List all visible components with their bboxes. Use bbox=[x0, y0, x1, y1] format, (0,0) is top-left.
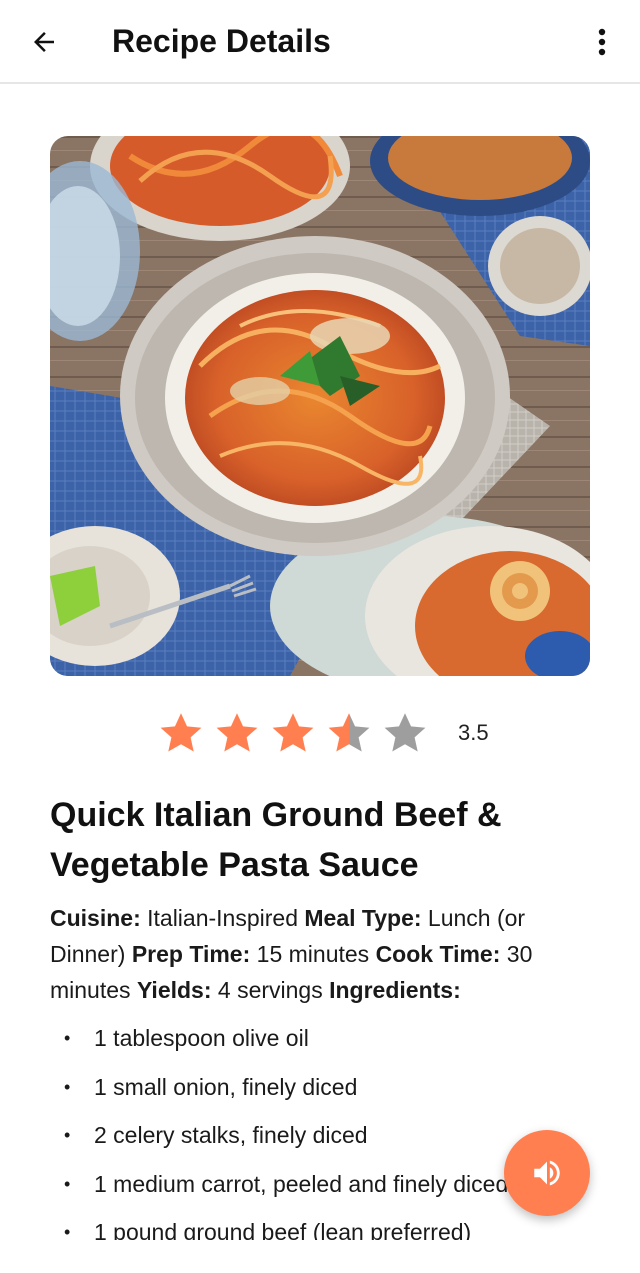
cuisine-value: Italian-Inspired bbox=[147, 905, 298, 931]
arrow-left-icon bbox=[34, 32, 54, 52]
ingredient-item: • 1 tablespoon olive oil bbox=[50, 1018, 590, 1067]
meal-type-label: Meal Type: bbox=[304, 905, 422, 931]
yields-value: 4 servings bbox=[217, 977, 323, 1003]
more-vertical-icon bbox=[598, 28, 606, 56]
app-bar: Recipe Details bbox=[0, 0, 640, 84]
star-icon-2[interactable] bbox=[212, 708, 262, 758]
cuisine-label: Cuisine: bbox=[50, 905, 141, 931]
bullet-icon: • bbox=[64, 1076, 71, 1097]
bullet-icon: • bbox=[64, 1028, 71, 1048]
bullet-icon: • bbox=[64, 1222, 71, 1240]
pasta-dish-illustration bbox=[50, 136, 590, 676]
read-aloud-button[interactable] bbox=[504, 1130, 590, 1216]
prep-time-value: 15 minutes bbox=[256, 941, 370, 967]
star-half-icon-4[interactable] bbox=[324, 708, 374, 758]
more-options-button[interactable] bbox=[584, 22, 620, 62]
yields-label: Yields: bbox=[136, 977, 212, 1003]
star-icon-5[interactable] bbox=[380, 708, 430, 758]
bullet-icon: • bbox=[64, 1173, 71, 1194]
rating-bar[interactable]: 3.5 bbox=[156, 708, 489, 758]
ingredient-item: • 1 pound ground beef (lean preferred) bbox=[50, 1212, 590, 1240]
recipe-image bbox=[50, 136, 590, 676]
ingredients-label: Ingredients: bbox=[329, 977, 461, 1003]
ingredients-list: • 1 tablespoon olive oil • 1 small onion, … bbox=[50, 1018, 590, 1240]
cook-time-label: Cook Time: bbox=[375, 941, 501, 967]
ingredient-item: • 1 small onion, finely diced bbox=[50, 1067, 590, 1116]
star-icon-3[interactable] bbox=[268, 708, 318, 758]
volume-icon bbox=[534, 1160, 560, 1186]
recipe-details: Cuisine: Italian-Inspired Meal Type: Lun… bbox=[50, 900, 590, 1008]
rating-value: 3.5 bbox=[458, 720, 489, 745]
bullet-icon: • bbox=[64, 1125, 71, 1145]
back-button[interactable] bbox=[24, 22, 64, 62]
star-icon-1[interactable] bbox=[156, 708, 206, 758]
page-title: Recipe Details bbox=[112, 23, 331, 59]
recipe-title: Quick Italian Ground Beef & Vegetable Pa… bbox=[50, 796, 502, 884]
prep-time-label: Prep Time: bbox=[131, 941, 251, 967]
